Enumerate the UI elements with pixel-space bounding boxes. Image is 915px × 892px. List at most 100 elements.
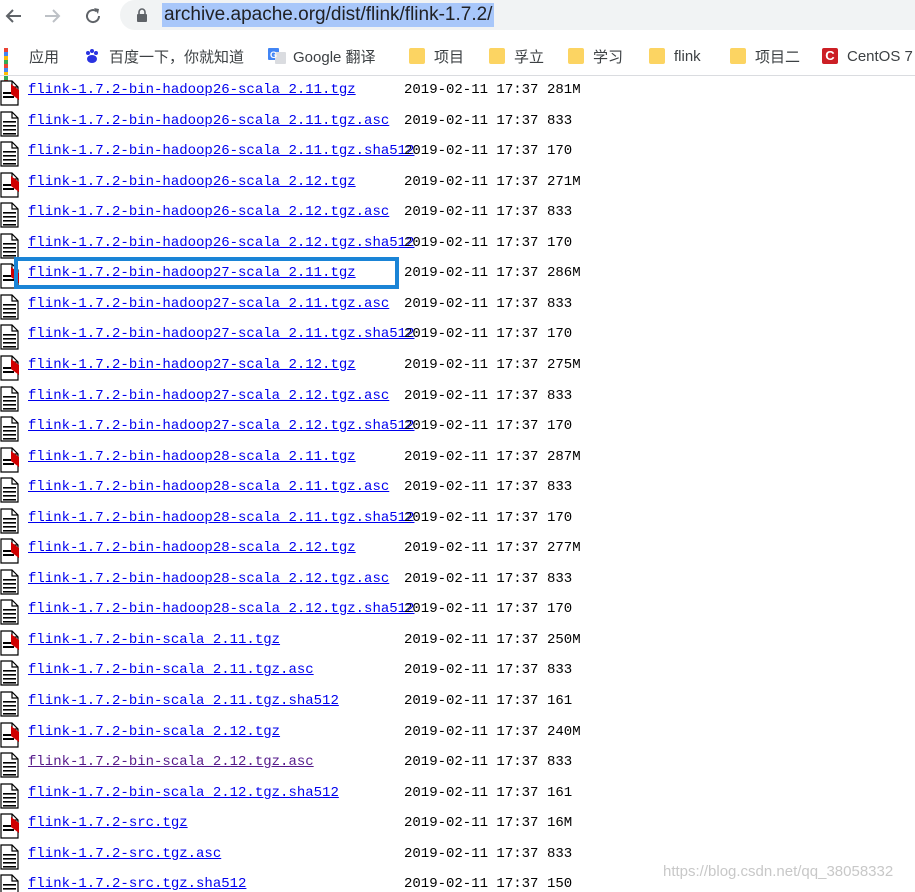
file-date: 2019-02-11 17:37 [404,82,539,98]
file-link[interactable]: flink-1.7.2-bin-hadoop27-scala_2.12.tgz.… [28,388,389,404]
listing-row: flink-1.7.2-bin-hadoop26-scala_2.12.tgz 2… [0,167,915,198]
file-date: 2019-02-11 17:37 [404,662,539,679]
listing-row: flink-1.7.2-bin-hadoop27-scala_2.11.tgz 2… [0,258,915,289]
bookmark-folder-flink[interactable]: flink [649,44,701,68]
file-link[interactable]: flink-1.7.2-bin-scala_2.12.tgz.asc [28,754,314,770]
file-link[interactable]: flink-1.7.2-bin-hadoop27-scala_2.11.tgz [28,265,356,281]
file-link[interactable]: flink-1.7.2-bin-hadoop27-scala_2.12.tgz.… [28,418,414,434]
listing-row: flink-1.7.2-bin-hadoop28-scala_2.11.tgz 2… [0,442,915,473]
bookmark-label: 百度一下，你就知道 [109,48,245,66]
file-link[interactable]: flink-1.7.2-bin-hadoop26-scala_2.11.tgz.… [28,143,414,159]
file-link[interactable]: flink-1.7.2-bin-hadoop26-scala_2.12.tgz.… [28,204,389,220]
bookmark-centos[interactable]: C CentOS 7 [822,44,913,68]
file-link[interactable]: flink-1.7.2-src.tgz.asc [28,846,221,862]
archive-file-icon [0,355,20,381]
text-file-icon [0,691,20,717]
file-date: 2019-02-11 17:37 [404,143,539,160]
text-file-icon [0,110,20,137]
archive-file-icon [0,446,20,473]
file-link[interactable]: flink-1.7.2-bin-hadoop28-scala_2.12.tgz [28,540,356,556]
watermark-text: https://blog.csdn.net/qq_38058332 [663,863,894,880]
apps-icon [4,48,20,84]
file-size: 161 [547,693,573,709]
bookmark-folder-xiangmu2[interactable]: 项目二 [730,44,800,68]
listing-row: flink-1.7.2-bin-hadoop28-scala_2.12.tgz.… [0,564,915,595]
archive-file-icon [0,630,20,656]
file-link[interactable]: flink-1.7.2-bin-scala_2.11.tgz.asc [28,662,314,678]
text-file-icon [0,294,20,320]
archive-file-icon [0,813,20,839]
file-date: 2019-02-11 17:37 [404,631,539,648]
back-button[interactable] [1,3,27,29]
file-link[interactable]: flink-1.7.2-bin-hadoop27-scala_2.11.tgz.… [28,296,389,312]
centos-icon: C [822,48,838,64]
text-file-icon [0,141,20,167]
file-link[interactable]: flink-1.7.2-src.tgz.sha512 [28,876,246,892]
listing-row: flink-1.7.2-bin-hadoop26-scala_2.11.tgz.… [0,136,915,167]
file-link[interactable]: flink-1.7.2-bin-hadoop26-scala_2.12.tgz [28,174,356,190]
file-size: 170 [547,601,573,618]
folder-icon [489,48,505,64]
bookmarks-bar: 应用 百度一下，你就知道 G Google 翻译 项目 孚立 学习 flink … [0,37,915,84]
bookmark-google-translate[interactable]: G Google 翻译 [268,44,376,68]
reload-button[interactable] [80,3,106,29]
listing-row: flink-1.7.2-bin-hadoop27-scala_2.12.tgz.… [0,381,915,412]
file-date: 2019-02-11 17:37 [404,754,539,771]
folder-icon [649,48,665,64]
file-size: 833 [547,387,573,404]
bookmark-label: Google 翻译 [293,48,376,66]
file-link[interactable]: flink-1.7.2-bin-hadoop26-scala_2.12.tgz.… [28,235,414,251]
listing-row: flink-1.7.2-bin-hadoop26-scala_2.12.tgz.… [0,197,915,228]
bookmark-folder-xiangmu[interactable]: 项目 [409,44,464,68]
file-date: 2019-02-11 17:37 [404,112,539,129]
text-file-icon [0,752,20,778]
file-link[interactable]: flink-1.7.2-bin-scala_2.12.tgz [28,724,280,740]
file-link[interactable]: flink-1.7.2-bin-hadoop27-scala_2.11.tgz.… [28,326,414,342]
listing-row: flink-1.7.2-bin-hadoop28-scala_2.12.tgz.… [0,594,915,625]
text-file-icon [0,508,20,534]
address-bar[interactable]: archive.apache.org/dist/flink/flink-1.7.… [120,0,915,30]
file-size: 170 [547,418,573,435]
bookmark-folder-fuli[interactable]: 孚立 [489,44,544,68]
file-size: 833 [547,295,573,312]
listing-row: flink-1.7.2-bin-scala_2.11.tgz 2019-02-11… [0,625,915,656]
file-date: 2019-02-11 17:37 [404,509,539,526]
bookmark-folder-xuexi[interactable]: 学习 [568,44,623,68]
bookmark-label: 学习 [593,48,624,66]
listing-row: flink-1.7.2-bin-hadoop28-scala_2.12.tgz 2… [0,533,915,564]
file-link[interactable]: flink-1.7.2-src.tgz [28,815,188,831]
file-size: 250M [547,631,581,648]
svg-text:G: G [270,50,277,60]
file-date: 2019-02-11 17:37 [404,570,539,587]
text-file-icon [0,874,20,892]
text-file-icon [0,477,20,503]
file-size: 833 [547,845,573,862]
archive-file-icon [0,538,20,564]
listing-row: flink-1.7.2-bin-scala_2.12.tgz.asc 2019-0… [0,747,915,778]
file-link[interactable]: flink-1.7.2-bin-scala_2.12.tgz.sha512 [28,785,339,801]
forward-button[interactable] [39,3,65,29]
text-file-icon [0,844,20,870]
bookmark-baidu[interactable]: 百度一下，你就知道 [84,44,244,68]
file-link[interactable]: flink-1.7.2-bin-scala_2.11.tgz.sha512 [28,693,339,709]
baidu-paw-icon [84,48,100,64]
listing-row: flink-1.7.2-bin-hadoop27-scala_2.12.tgz.… [0,411,915,442]
file-link[interactable]: flink-1.7.2-bin-hadoop28-scala_2.12.tgz.… [28,601,414,617]
file-date: 2019-02-11 17:37 [404,295,539,312]
file-link[interactable]: flink-1.7.2-bin-hadoop28-scala_2.11.tgz.… [28,510,414,526]
file-link[interactable]: flink-1.7.2-bin-hadoop27-scala_2.12.tgz [28,357,356,373]
file-link[interactable]: flink-1.7.2-bin-hadoop26-scala_2.11.tgz [28,82,356,98]
google-translate-icon: G [268,48,286,64]
text-file-icon [0,324,20,350]
back-arrow-icon [5,9,21,23]
file-link[interactable]: flink-1.7.2-bin-hadoop26-scala_2.11.tgz.… [28,113,389,129]
file-date: 2019-02-11 17:37 [404,448,539,465]
bookmark-label: flink [674,47,701,65]
file-link[interactable]: flink-1.7.2-bin-hadoop28-scala_2.11.tgz [28,449,356,465]
url-text[interactable]: archive.apache.org/dist/flink/flink-1.7.… [162,3,495,27]
file-date: 2019-02-11 17:37 [404,693,539,709]
file-link[interactable]: flink-1.7.2-bin-scala_2.11.tgz [28,632,280,648]
bookmark-apps[interactable]: 应用 [4,44,59,84]
file-link[interactable]: flink-1.7.2-bin-hadoop28-scala_2.11.tgz.… [28,479,389,495]
file-link[interactable]: flink-1.7.2-bin-hadoop28-scala_2.12.tgz.… [28,571,389,587]
